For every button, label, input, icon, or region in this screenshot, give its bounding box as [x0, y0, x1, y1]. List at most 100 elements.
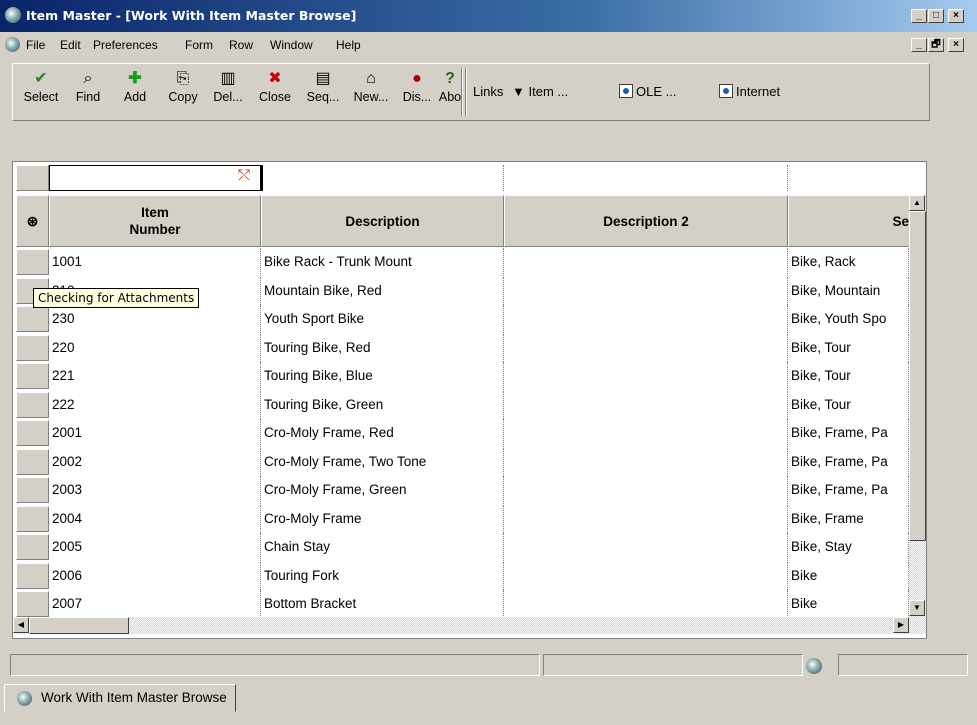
- cell-description-2[interactable]: [504, 590, 788, 618]
- menu-form[interactable]: Form: [185, 38, 213, 52]
- select-button[interactable]: ✔ Select: [21, 68, 61, 116]
- cell-description-2[interactable]: [504, 390, 788, 419]
- cell-description[interactable]: Chain Stay: [261, 533, 504, 561]
- cell-description-2[interactable]: [504, 419, 788, 447]
- row-selector[interactable]: [16, 591, 49, 617]
- cell-item-number[interactable]: 1001: [49, 248, 261, 276]
- cell-description[interactable]: Mountain Bike, Red: [261, 276, 504, 305]
- ole-link[interactable]: OLE ...: [619, 84, 676, 99]
- vertical-scrollbar[interactable]: ▲ ▼: [909, 195, 926, 617]
- cell-description-2[interactable]: [504, 305, 788, 333]
- table-row[interactable]: 220 Touring Bike, Red Bike, Tour: [13, 333, 926, 362]
- table-row[interactable]: 230 Youth Sport Bike Bike, Youth Spo: [13, 305, 926, 333]
- table-row[interactable]: 2002 Cro-Moly Frame, Two Tone Bike, Frame,…: [13, 447, 926, 476]
- visual-assist-icon[interactable]: ⤲: [231, 167, 257, 189]
- cell-item-number[interactable]: 230: [49, 305, 261, 333]
- cell-description-2[interactable]: [504, 276, 788, 305]
- internet-link[interactable]: Internet: [719, 84, 780, 99]
- cell-search-text[interactable]: Bike, Stay: [788, 533, 909, 561]
- menu-help[interactable]: Help: [336, 38, 361, 52]
- menu-window[interactable]: Window: [270, 38, 313, 52]
- cell-description-2[interactable]: [504, 333, 788, 362]
- qbe-description-input[interactable]: [261, 165, 504, 191]
- qbe-description2-input[interactable]: [504, 165, 788, 191]
- cell-search-text[interactable]: Bike: [788, 590, 909, 618]
- cell-item-number[interactable]: 2006: [49, 561, 261, 590]
- cell-description-2[interactable]: [504, 362, 788, 390]
- table-row[interactable]: 222 Touring Bike, Green Bike, Tour: [13, 390, 926, 419]
- row-selector[interactable]: [16, 534, 49, 560]
- cell-description[interactable]: Cro-Moly Frame, Red: [261, 419, 504, 447]
- cell-description[interactable]: Bike Rack - Trunk Mount: [261, 248, 504, 276]
- cell-description[interactable]: Touring Bike, Blue: [261, 362, 504, 390]
- cell-description-2[interactable]: [504, 248, 788, 276]
- form-tab[interactable]: Work With Item Master Browse: [4, 684, 236, 712]
- horizontal-scrollbar[interactable]: ◀ ▶: [13, 617, 926, 634]
- row-selector[interactable]: [16, 505, 49, 532]
- cell-search-text[interactable]: Bike, Frame, Pa: [788, 419, 909, 447]
- cell-description-2[interactable]: [504, 561, 788, 590]
- cell-item-number[interactable]: 221: [49, 362, 261, 390]
- cell-item-number[interactable]: 2004: [49, 504, 261, 533]
- cell-search-text[interactable]: Bike, Tour: [788, 362, 909, 390]
- table-row[interactable]: 2007 Bottom Bracket Bike: [13, 590, 926, 618]
- delete-button[interactable]: ▥ Del...: [208, 68, 248, 116]
- close-button[interactable]: ✖ Close: [255, 68, 295, 116]
- cell-search-text[interactable]: Bike, Tour: [788, 390, 909, 419]
- cell-search-text[interactable]: Bike, Youth Spo: [788, 305, 909, 333]
- close-window-button[interactable]: ×: [948, 9, 964, 23]
- maximize-button[interactable]: □: [928, 9, 944, 23]
- menu-preferences[interactable]: Preferences: [93, 38, 158, 52]
- add-button[interactable]: ✚ Add: [115, 68, 155, 116]
- menu-file[interactable]: File: [26, 38, 45, 52]
- row-selector[interactable]: [16, 448, 49, 475]
- row-selector[interactable]: [16, 391, 49, 418]
- menu-row[interactable]: Row: [229, 38, 253, 52]
- column-header-search-text[interactable]: Se: [788, 195, 912, 247]
- cell-search-text[interactable]: Bike, Mountain: [788, 276, 909, 305]
- scroll-up-button[interactable]: ▲: [909, 195, 925, 211]
- cell-description[interactable]: Touring Bike, Green: [261, 390, 504, 419]
- inner-close-button[interactable]: ×: [948, 38, 964, 52]
- menu-edit[interactable]: Edit: [60, 38, 81, 52]
- cell-search-text[interactable]: Bike, Frame: [788, 504, 909, 533]
- cell-item-number[interactable]: 220: [49, 333, 261, 362]
- scroll-right-button[interactable]: ▶: [893, 617, 909, 633]
- qbe-search-input[interactable]: [788, 165, 926, 191]
- cell-description-2[interactable]: [504, 504, 788, 533]
- table-row[interactable]: 1001 Bike Rack - Trunk Mount Bike, Rack: [13, 248, 926, 276]
- table-row[interactable]: 2003 Cro-Moly Frame, Green Bike, Frame, Pa: [13, 476, 926, 504]
- cell-description-2[interactable]: [504, 533, 788, 561]
- scroll-down-button[interactable]: ▼: [909, 600, 925, 616]
- cell-item-number[interactable]: 2005: [49, 533, 261, 561]
- scroll-left-button[interactable]: ◀: [13, 617, 29, 633]
- horizontal-scroll-thumb[interactable]: [29, 617, 129, 634]
- minimize-button[interactable]: _: [911, 9, 927, 23]
- column-header-item-number[interactable]: Item Number: [49, 195, 261, 247]
- cell-description-2[interactable]: [504, 476, 788, 504]
- cell-description-2[interactable]: [504, 447, 788, 476]
- sequence-button[interactable]: ▤ Seq...: [303, 68, 343, 116]
- row-selector[interactable]: [16, 306, 49, 332]
- cell-search-text[interactable]: Bike, Frame, Pa: [788, 447, 909, 476]
- row-selector[interactable]: [16, 420, 49, 446]
- table-row[interactable]: 2006 Touring Fork Bike: [13, 561, 926, 590]
- row-selector[interactable]: [16, 363, 49, 389]
- cell-description[interactable]: Bottom Bracket: [261, 590, 504, 618]
- table-row[interactable]: 2001 Cro-Moly Frame, Red Bike, Frame, Pa: [13, 419, 926, 447]
- row-selector[interactable]: [16, 249, 49, 275]
- cell-description[interactable]: Cro-Moly Frame, Green: [261, 476, 504, 504]
- attachment-column-header[interactable]: ⊛: [16, 195, 49, 247]
- cell-item-number[interactable]: 2002: [49, 447, 261, 476]
- find-button[interactable]: ⌕ Find: [68, 68, 108, 116]
- qbe-item-number-input[interactable]: [49, 165, 261, 191]
- cell-item-number[interactable]: 2003: [49, 476, 261, 504]
- table-row[interactable]: 2004 Cro-Moly Frame Bike, Frame: [13, 504, 926, 533]
- table-row[interactable]: 2005 Chain Stay Bike, Stay: [13, 533, 926, 561]
- row-selector[interactable]: [16, 477, 49, 503]
- row-selector[interactable]: [16, 334, 49, 361]
- cell-item-number[interactable]: 2007: [49, 590, 261, 618]
- cell-search-text[interactable]: Bike, Rack: [788, 248, 909, 276]
- cell-item-number[interactable]: 222: [49, 390, 261, 419]
- cell-item-number[interactable]: 2001: [49, 419, 261, 447]
